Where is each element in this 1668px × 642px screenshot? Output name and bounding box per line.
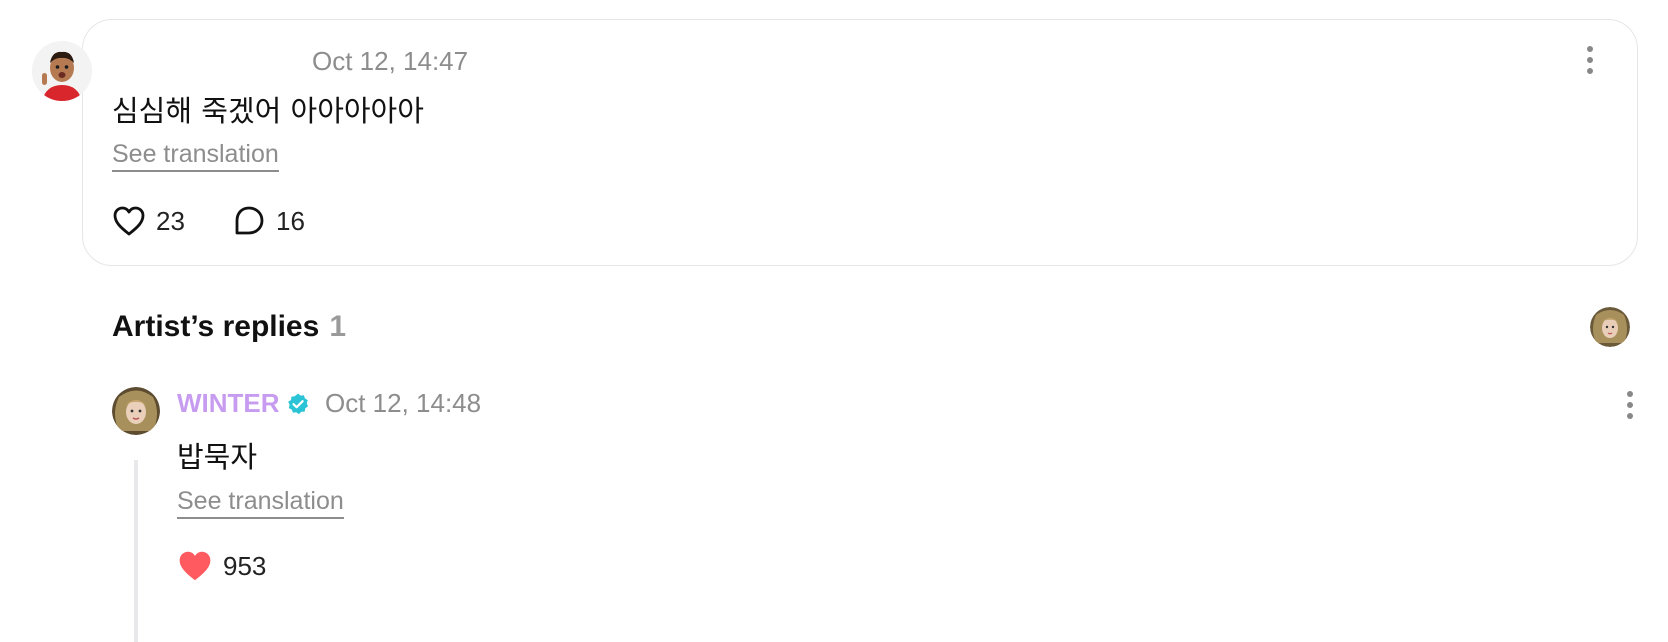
comment-like-count: 23 <box>156 205 185 236</box>
comment-text: 심심해 죽겠어 아아아아아 <box>112 94 424 128</box>
kebab-menu-icon <box>1587 46 1593 52</box>
reply-text: 밥묵자 <box>177 440 258 474</box>
comment-like-button[interactable]: 23 <box>112 205 185 237</box>
kebab-menu-icon <box>1627 391 1633 397</box>
comment-thread: Oct 12, 14:47 심심해 죽겠어 아아아아아 See translat… <box>0 0 1668 642</box>
speech-bubble-icon <box>235 206 264 235</box>
verified-badge-icon <box>286 392 310 421</box>
comment-timestamp: Oct 12, 14:47 <box>312 46 469 76</box>
reply-thread-line <box>134 460 138 642</box>
artist-avatar[interactable] <box>112 387 160 435</box>
heart-outline-icon <box>113 206 145 236</box>
artist-avatar-small[interactable] <box>1590 307 1630 347</box>
artist-replies-title: Artist’s replies <box>112 310 320 343</box>
heart-filled-icon <box>179 551 211 581</box>
artist-replies-heading: Artist’s replies 1 <box>112 310 346 344</box>
comment-reply-button[interactable]: 16 <box>232 205 305 237</box>
reply-like-count: 953 <box>223 550 267 581</box>
reply-author-name[interactable]: WINTER <box>177 388 280 419</box>
comment-reply-count: 16 <box>276 205 305 236</box>
comment-more-button[interactable] <box>1580 43 1600 77</box>
user-avatar[interactable] <box>32 41 92 101</box>
reply-timestamp: Oct 12, 14:48 <box>325 388 482 418</box>
reply-more-button[interactable] <box>1620 388 1640 422</box>
reply-see-translation-link[interactable]: See translation <box>177 487 344 519</box>
reply-like-button[interactable]: 953 <box>177 549 266 583</box>
artist-replies-count: 1 <box>329 310 346 343</box>
comment-see-translation-link[interactable]: See translation <box>112 140 279 172</box>
